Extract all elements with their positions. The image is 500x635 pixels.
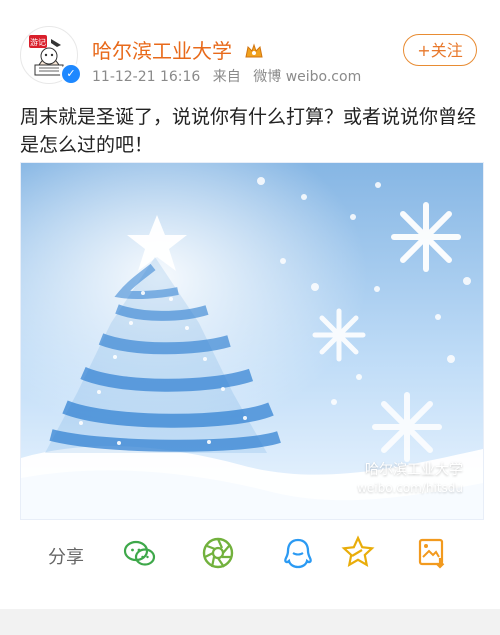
share-bar: 分享 (20, 533, 482, 583)
post-image[interactable]: 哈尔滨工业大学 weibo.com/hitsdu (20, 162, 484, 520)
watermark-url: weibo.com/hitsdu (357, 481, 463, 495)
follow-button[interactable]: +关注 (403, 34, 477, 66)
post-time: 11-12-21 16:16 (92, 69, 201, 85)
author-name-container[interactable]: 哈尔滨工业大学 (92, 35, 264, 64)
post-text: 周末就是圣诞了，说说你有什么打算？或者说说你曾经是怎么过的吧！ (20, 106, 477, 156)
qq-share-button[interactable] (278, 533, 318, 573)
vip-crown-icon (245, 43, 263, 58)
post-source[interactable]: 微博 weibo.com (253, 69, 361, 85)
moments-share-button[interactable] (198, 533, 238, 573)
moments-icon (202, 537, 234, 569)
watermark-name: 哈尔滨工业大学 (365, 462, 463, 478)
share-label: 分享 (48, 547, 84, 568)
wechat-share-button[interactable] (120, 533, 160, 573)
image-watermark: 哈尔滨工业大学 weibo.com/hitsdu (357, 461, 463, 497)
post-header: 游记 ✓ 哈尔滨工业大学 11-12-21 16:16 来自 微博 weibo.… (0, 0, 500, 92)
author-name[interactable]: 哈尔滨工业大学 (92, 39, 232, 63)
post-source-prefix: 来自 (212, 69, 241, 85)
wechat-icon (123, 540, 156, 566)
save-image-icon (418, 538, 445, 569)
qq-icon (284, 538, 312, 569)
save-image-button[interactable] (412, 533, 452, 573)
qzone-icon (341, 535, 375, 567)
bottom-divider (0, 609, 500, 635)
post-meta: 11-12-21 16:16 来自 微博 weibo.com (92, 66, 369, 86)
verified-badge-icon: ✓ (60, 63, 82, 85)
qzone-share-button[interactable] (338, 533, 378, 573)
svg-text:游记: 游记 (30, 37, 46, 47)
